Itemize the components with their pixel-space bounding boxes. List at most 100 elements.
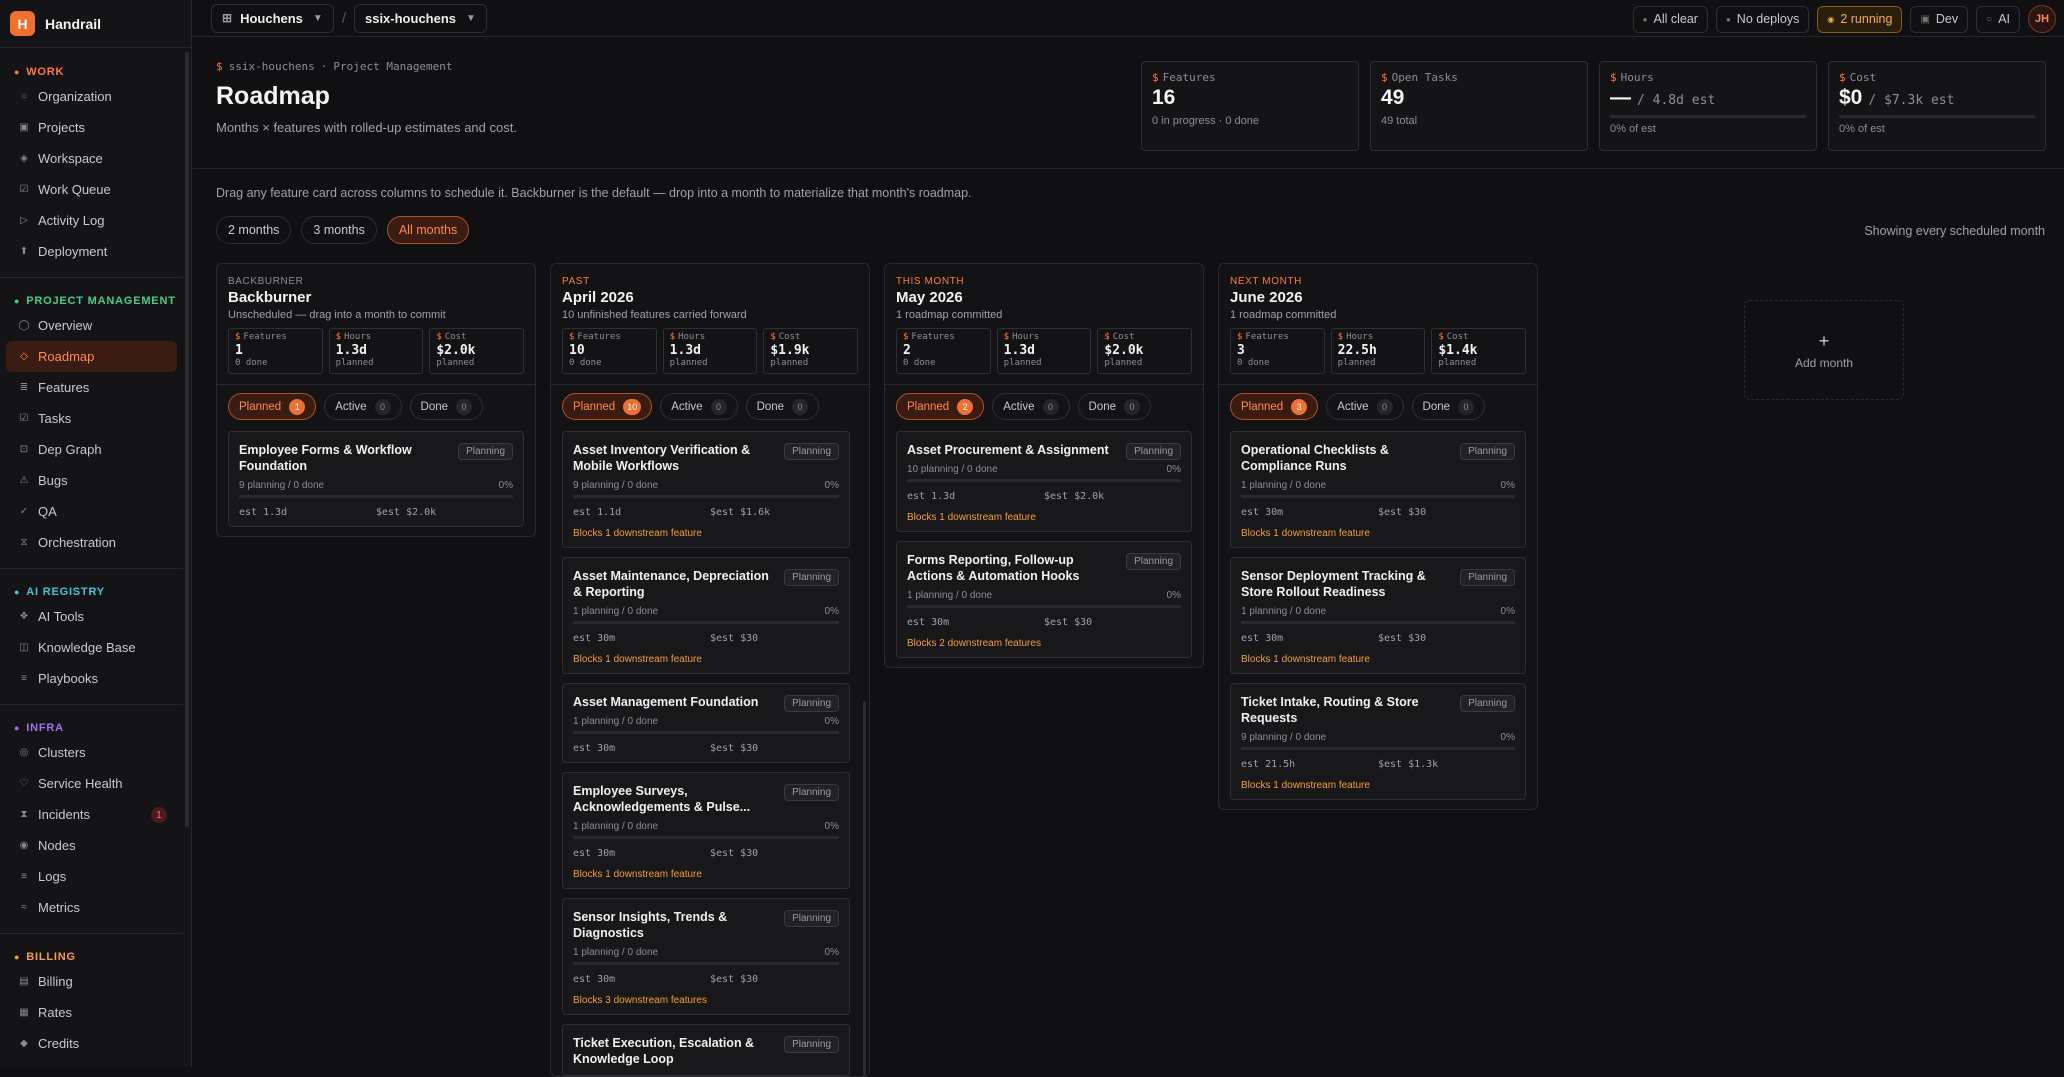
tab-active[interactable]: Active0 <box>660 393 737 420</box>
stat-label-text: Features <box>1163 71 1216 84</box>
column-stat-value: 10 <box>569 343 650 358</box>
status-badge: Planning <box>1460 443 1515 460</box>
tab-done[interactable]: Done0 <box>410 393 484 420</box>
deploys-status[interactable]: ●No deploys <box>1716 6 1809 33</box>
feature-card[interactable]: Forms Reporting, Follow-up Actions & Aut… <box>896 541 1192 658</box>
project-switcher[interactable]: ssix-houchens ▼ <box>354 4 487 33</box>
sidebar-item-rates[interactable]: ▦Rates <box>6 997 177 1028</box>
sidebar-item-credits[interactable]: ◆Credits <box>6 1028 177 1059</box>
blocks-downstream-note: Blocks 1 downstream feature <box>907 512 1181 523</box>
avatar[interactable]: JH <box>2028 5 2056 33</box>
sidebar-item-orchestration[interactable]: ⧖Orchestration <box>6 527 177 558</box>
sidebar-item-clusters[interactable]: ◎Clusters <box>6 737 177 768</box>
feature-card[interactable]: Operational Checklists & Compliance Runs… <box>1230 431 1526 548</box>
tab-active[interactable]: Active0 <box>992 393 1069 420</box>
range-2-months[interactable]: 2 months <box>216 216 291 244</box>
sidebar-item-organization[interactable]: ○Organization <box>6 81 177 112</box>
sidebar-item-ai-tools[interactable]: ❖AI Tools <box>6 601 177 632</box>
activity-log-icon: ▷ <box>16 215 32 226</box>
sidebar-item-label: Metrics <box>38 900 80 915</box>
sidebar-item-billing[interactable]: ▤Billing <box>6 966 177 997</box>
sidebar-item-logs[interactable]: ≡Logs <box>6 861 177 892</box>
sidebar-item-deployment[interactable]: ⬆Deployment <box>6 236 177 267</box>
column-stat-label-text: Hours <box>1346 332 1373 342</box>
feature-progress-meta: 9 planning / 0 done0% <box>239 480 513 491</box>
sidebar-item-roadmap[interactable]: ◇Roadmap <box>6 341 177 372</box>
column-stat-features: $Features20 done <box>896 328 991 374</box>
sidebar-scrollbar[interactable] <box>185 52 189 827</box>
sidebar: H Handrail ●WORK○Organization▣Projects◈W… <box>0 0 192 1067</box>
sidebar-item-nodes[interactable]: ◉Nodes <box>6 830 177 861</box>
feature-card[interactable]: Sensor Insights, Trends & DiagnosticsPla… <box>562 898 850 1015</box>
sidebar-item-workspace[interactable]: ◈Workspace <box>6 143 177 174</box>
sidebar-item-tasks[interactable]: ☑Tasks <box>6 403 177 434</box>
sidebar-item-service-health[interactable]: ♡Service Health <box>6 768 177 799</box>
sidebar-item-knowledge-base[interactable]: ◫Knowledge Base <box>6 632 177 663</box>
sidebar-item-incidents[interactable]: ⧗Incidents1 <box>6 799 177 830</box>
brand-name: Handrail <box>45 16 101 32</box>
sidebar-item-overview[interactable]: ◯Overview <box>6 310 177 341</box>
tab-active[interactable]: Active0 <box>324 393 401 420</box>
sidebar-item-work-queue[interactable]: ☑Work Queue <box>6 174 177 205</box>
feature-task-counts: 9 planning / 0 done <box>239 480 324 491</box>
feature-progress-bar <box>573 731 839 734</box>
status-badge: Planning <box>784 1036 839 1053</box>
summary-stats: $Features160 in progress · 0 done$Open T… <box>1141 61 2046 151</box>
tab-planned[interactable]: Planned3 <box>1230 393 1318 420</box>
feature-card[interactable]: Ticket Intake, Routing & Store RequestsP… <box>1230 683 1526 800</box>
running-status[interactable]: ◉2 running <box>1817 6 1902 33</box>
sidebar-item-playbooks[interactable]: ≡Playbooks <box>6 663 177 694</box>
sidebar-section-label: AI REGISTRY <box>26 586 105 598</box>
tab-planned[interactable]: Planned2 <box>896 393 984 420</box>
feature-card[interactable]: Employee Forms & Workflow FoundationPlan… <box>228 431 524 527</box>
range-3-months[interactable]: 3 months <box>301 216 376 244</box>
all-clear-status[interactable]: ●All clear <box>1633 6 1708 33</box>
column-stat-note: planned <box>670 358 751 368</box>
column-scrollbar[interactable] <box>863 701 866 1077</box>
feature-card[interactable]: Asset Maintenance, Depreciation & Report… <box>562 557 850 674</box>
column-stat-value: 3 <box>1237 343 1318 358</box>
feature-card[interactable]: Asset Inventory Verification & Mobile Wo… <box>562 431 850 548</box>
env-button[interactable]: ▣Dev <box>1910 6 1968 33</box>
orchestration-icon: ⧖ <box>16 537 32 548</box>
sidebar-item-qa[interactable]: ✓QA <box>6 496 177 527</box>
sidebar-item-activity-log[interactable]: ▷Activity Log <box>6 205 177 236</box>
feature-progress-bar <box>907 605 1181 608</box>
feature-card[interactable]: Asset Management FoundationPlanning1 pla… <box>562 683 850 763</box>
tab-planned[interactable]: Planned10 <box>562 393 652 420</box>
column-stat-note: planned <box>336 358 417 368</box>
feature-card[interactable]: Sensor Deployment Tracking & Store Rollo… <box>1230 557 1526 674</box>
nodes-icon: ◉ <box>16 840 32 851</box>
breadcrumb-separator: / <box>342 10 346 27</box>
feature-card[interactable]: Employee Surveys, Acknowledgements & Pul… <box>562 772 850 889</box>
sidebar-item-features[interactable]: ≣Features <box>6 372 177 403</box>
column-stat-features: $Features10 done <box>228 328 323 374</box>
range-all-months[interactable]: All months <box>387 216 469 244</box>
tab-count-badge: 0 <box>456 399 472 415</box>
tab-planned[interactable]: Planned1 <box>228 393 316 420</box>
organization-icon: ○ <box>16 91 32 102</box>
sidebar-item-projects[interactable]: ▣Projects <box>6 112 177 143</box>
breadcrumb-section[interactable]: Project Management <box>333 60 452 73</box>
sidebar-item-invoices[interactable]: ▥Invoices <box>6 1059 177 1067</box>
ai-button[interactable]: ○AI <box>1976 6 2020 33</box>
tab-done[interactable]: Done0 <box>746 393 820 420</box>
feature-progress-bar <box>1241 495 1515 498</box>
feature-card[interactable]: Ticket Execution, Escalation & Knowledge… <box>562 1024 850 1076</box>
feature-card-list: Operational Checklists & Compliance Runs… <box>1230 431 1526 800</box>
org-switcher[interactable]: ⊞ Houchens ▼ <box>211 4 334 33</box>
feature-card-list: Asset Inventory Verification & Mobile Wo… <box>562 431 858 1076</box>
feature-task-counts: 1 planning / 0 done <box>573 821 658 832</box>
breadcrumb-project[interactable]: ssix-houchens <box>229 60 315 73</box>
brand[interactable]: H Handrail <box>0 0 191 48</box>
feature-card[interactable]: Asset Procurement & AssignmentPlanning10… <box>896 431 1192 532</box>
sidebar-item-bugs[interactable]: ⚠Bugs <box>6 465 177 496</box>
feature-title: Sensor Insights, Trends & Diagnostics <box>573 909 778 941</box>
column-stat-value: $1.9k <box>770 343 851 358</box>
tab-done[interactable]: Done0 <box>1078 393 1152 420</box>
tab-done[interactable]: Done0 <box>1412 393 1486 420</box>
tab-active[interactable]: Active0 <box>1326 393 1403 420</box>
sidebar-item-metrics[interactable]: ≈Metrics <box>6 892 177 923</box>
add-month-button[interactable]: + Add month <box>1744 300 1904 400</box>
sidebar-item-dep-graph[interactable]: ⊡Dep Graph <box>6 434 177 465</box>
